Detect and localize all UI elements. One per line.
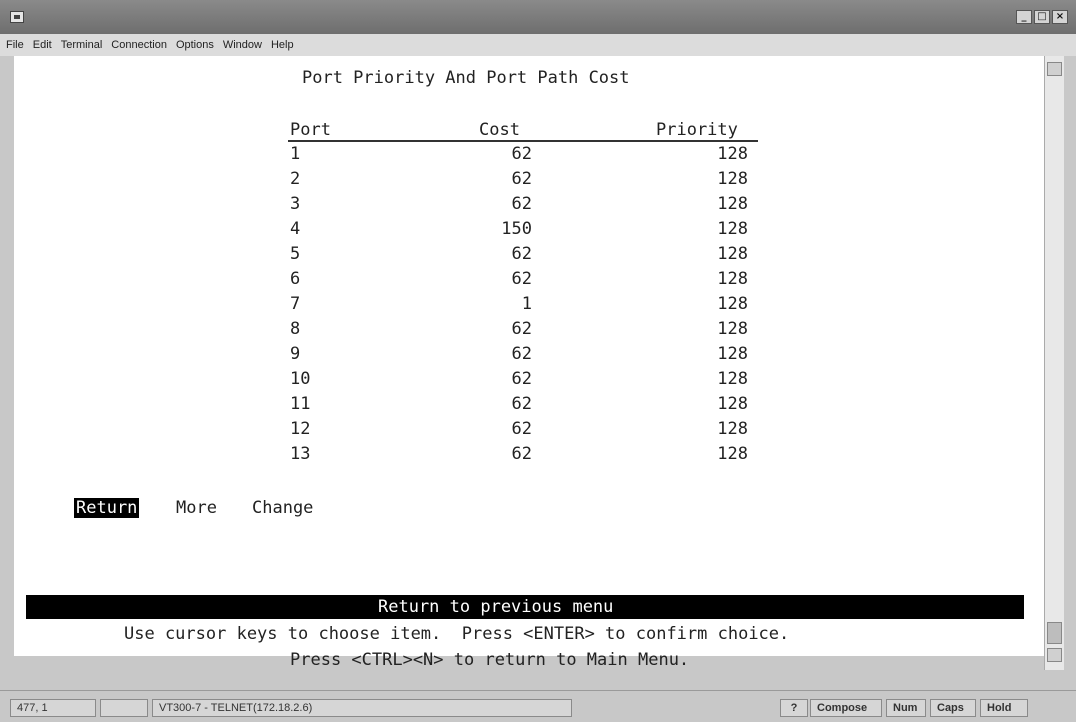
menu-help[interactable]: Help — [271, 39, 294, 51]
column-header-cost: Cost — [479, 120, 520, 140]
help-indicator[interactable]: ? — [780, 699, 808, 717]
port-priority: 128 — [717, 269, 748, 289]
status-cell-blank — [100, 699, 148, 717]
compose-indicator[interactable]: Compose — [810, 699, 882, 717]
window-controls: _ □ × — [1016, 10, 1068, 24]
port-priority: 128 — [717, 169, 748, 189]
menu-connection[interactable]: Connection — [111, 39, 167, 51]
port-cost: 62 — [511, 344, 532, 364]
port-number: 4 — [290, 219, 301, 239]
status-message: Return to previous menu — [378, 597, 614, 617]
port-cost: 62 — [511, 444, 532, 464]
more-option[interactable]: More — [176, 498, 217, 518]
port-number: 3 — [290, 194, 301, 214]
status-bar: 477, 1 VT300-7 - TELNET(172.18.2.6) ? Co… — [0, 690, 1076, 722]
scroll-up-arrow-icon[interactable] — [1047, 62, 1062, 76]
port-number: 10 — [290, 369, 311, 389]
port-cost: 150 — [501, 219, 532, 239]
port-number: 7 — [290, 294, 301, 314]
port-priority: 128 — [717, 294, 748, 314]
minimize-button[interactable]: _ — [1016, 10, 1032, 24]
port-cost: 1 — [521, 294, 532, 314]
port-number: 11 — [290, 394, 311, 414]
port-priority: 128 — [717, 194, 748, 214]
scroll-down-arrow-icon[interactable] — [1047, 648, 1062, 662]
vertical-scrollbar[interactable] — [1044, 56, 1064, 670]
num-lock-indicator: Num — [886, 699, 926, 717]
port-number: 13 — [290, 444, 311, 464]
port-number: 1 — [290, 144, 301, 164]
port-priority: 128 — [717, 419, 748, 439]
port-cost: 62 — [511, 169, 532, 189]
port-priority: 128 — [717, 344, 748, 364]
menu-window[interactable]: Window — [223, 39, 262, 51]
port-cost: 62 — [511, 369, 532, 389]
port-cost: 62 — [511, 419, 532, 439]
close-button[interactable]: × — [1052, 10, 1068, 24]
cursor-position: 477, 1 — [10, 699, 96, 717]
session-info: VT300-7 - TELNET(172.18.2.6) — [152, 699, 572, 717]
port-cost: 62 — [511, 144, 532, 164]
column-header-port: Port — [290, 120, 331, 140]
column-header-priority: Priority — [656, 120, 738, 140]
scroll-thumb[interactable] — [1047, 622, 1062, 644]
maximize-button[interactable]: □ — [1034, 10, 1050, 24]
port-priority: 128 — [717, 144, 748, 164]
menu-options[interactable]: Options — [176, 39, 214, 51]
port-priority: 128 — [717, 219, 748, 239]
menu-terminal[interactable]: Terminal — [61, 39, 103, 51]
port-number: 12 — [290, 419, 311, 439]
menu-edit[interactable]: Edit — [33, 39, 52, 51]
port-priority: 128 — [717, 444, 748, 464]
port-priority: 128 — [717, 244, 748, 264]
port-priority: 128 — [717, 369, 748, 389]
port-number: 8 — [290, 319, 301, 339]
port-cost: 62 — [511, 394, 532, 414]
caps-lock-indicator: Caps — [930, 699, 976, 717]
menu-bar: File Edit Terminal Connection Options Wi… — [0, 34, 1076, 56]
port-priority: 128 — [717, 319, 748, 339]
change-option[interactable]: Change — [252, 498, 313, 518]
port-number: 6 — [290, 269, 301, 289]
port-number: 2 — [290, 169, 301, 189]
terminal-screen[interactable]: Port Priority And Port Path Cost Port Co… — [14, 56, 1044, 670]
terminal-window: _ □ × File Edit Terminal Connection Opti… — [0, 0, 1076, 722]
menu-file[interactable]: File — [6, 39, 24, 51]
port-cost: 62 — [511, 194, 532, 214]
hold-indicator: Hold — [980, 699, 1028, 717]
return-option[interactable]: Return — [74, 498, 140, 518]
port-number: 5 — [290, 244, 301, 264]
help-line-2: Press <CTRL><N> to return to Main Menu. — [290, 650, 690, 670]
port-number: 9 — [290, 344, 301, 364]
port-cost: 62 — [511, 319, 532, 339]
help-line-1: Use cursor keys to choose item. Press <E… — [124, 624, 790, 644]
title-bar[interactable]: _ □ × — [0, 0, 1076, 34]
port-cost: 62 — [511, 269, 532, 289]
port-priority: 128 — [717, 394, 748, 414]
screen-title: Port Priority And Port Path Cost — [302, 68, 630, 88]
port-cost: 62 — [511, 244, 532, 264]
app-icon[interactable] — [10, 11, 24, 23]
